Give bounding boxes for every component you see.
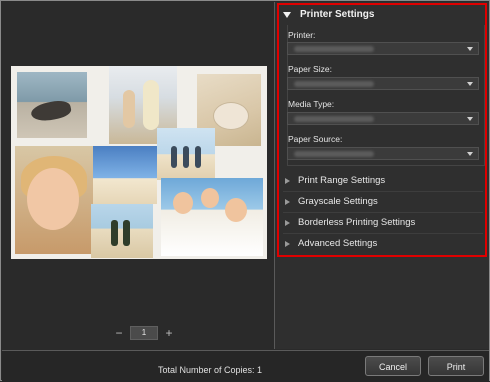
previous-page-button[interactable]: − — [114, 327, 124, 339]
photo-sky — [91, 146, 157, 204]
next-page-button[interactable]: + — [164, 327, 174, 339]
photo-family-lying — [161, 178, 263, 256]
dialog-footer: Total Number of Copies: 1 Cancel Print — [2, 350, 489, 382]
photo-girl-portrait — [15, 146, 93, 254]
cancel-button[interactable]: Cancel — [365, 356, 421, 376]
print-preview-pane: − 1 + — [2, 2, 275, 349]
highlight-annotation-box — [277, 3, 487, 257]
preview-page — [11, 66, 267, 259]
page-number-field[interactable]: 1 — [130, 326, 158, 340]
print-dialog: − 1 + Printer Settings Printer: Paper Si… — [0, 0, 490, 382]
photo-seal — [17, 72, 87, 138]
total-copies-text: Total Number of Copies: 1 — [158, 365, 263, 375]
photo-beach-family — [157, 128, 215, 180]
photo-kids-walking — [91, 204, 153, 258]
print-button[interactable]: Print — [428, 356, 484, 376]
page-navigator: − 1 + — [114, 326, 174, 340]
